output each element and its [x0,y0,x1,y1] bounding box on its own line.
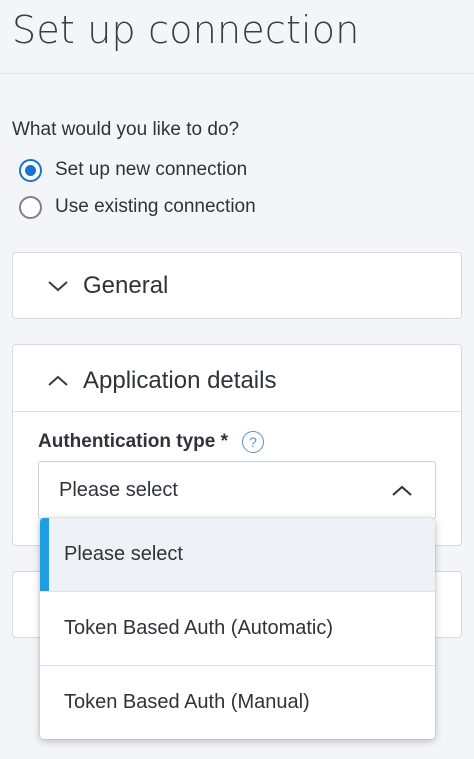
page-title: Set up connection [12,8,360,52]
option-label: Token Based Auth (Automatic) [64,617,334,639]
radio-existing-connection[interactable]: Use existing connection [19,194,256,220]
dropdown-option-token-manual[interactable]: Token Based Auth (Manual) [40,666,435,739]
authentication-type-dropdown: Please select Token Based Auth (Automati… [40,518,435,739]
section-title: General [83,272,169,299]
section-divider [13,411,461,412]
page-header: Set up connection [0,0,474,74]
chevron-down-icon [48,281,68,292]
help-icon[interactable]: ? [242,431,265,453]
authentication-type-label: Authentication type * ? [38,431,265,453]
option-label: Token Based Auth (Manual) [64,691,310,713]
radio-label: Use existing connection [55,196,256,217]
option-label: Please select [64,543,183,565]
radio-button-checked[interactable] [19,158,42,182]
authentication-type-select[interactable]: Please select [38,461,436,519]
radio-button-unchecked[interactable] [19,195,42,219]
action-question: What would you like to do? [12,119,240,140]
section-application-details-header[interactable]: Application details [13,348,461,414]
section-general-header[interactable]: General [13,253,461,319]
chevron-up-icon [48,375,68,386]
section-general: General [12,252,462,319]
dropdown-option-token-auto[interactable]: Token Based Auth (Automatic) [40,592,435,665]
chevron-up-icon [392,485,412,496]
radio-label: Set up new connection [55,159,248,180]
select-value: Please select [59,478,178,501]
dropdown-option-please-select[interactable]: Please select [40,518,435,591]
radio-new-connection[interactable]: Set up new connection [19,157,247,183]
section-title: Application details [83,367,277,394]
field-label-text: Authentication type * [38,431,229,452]
